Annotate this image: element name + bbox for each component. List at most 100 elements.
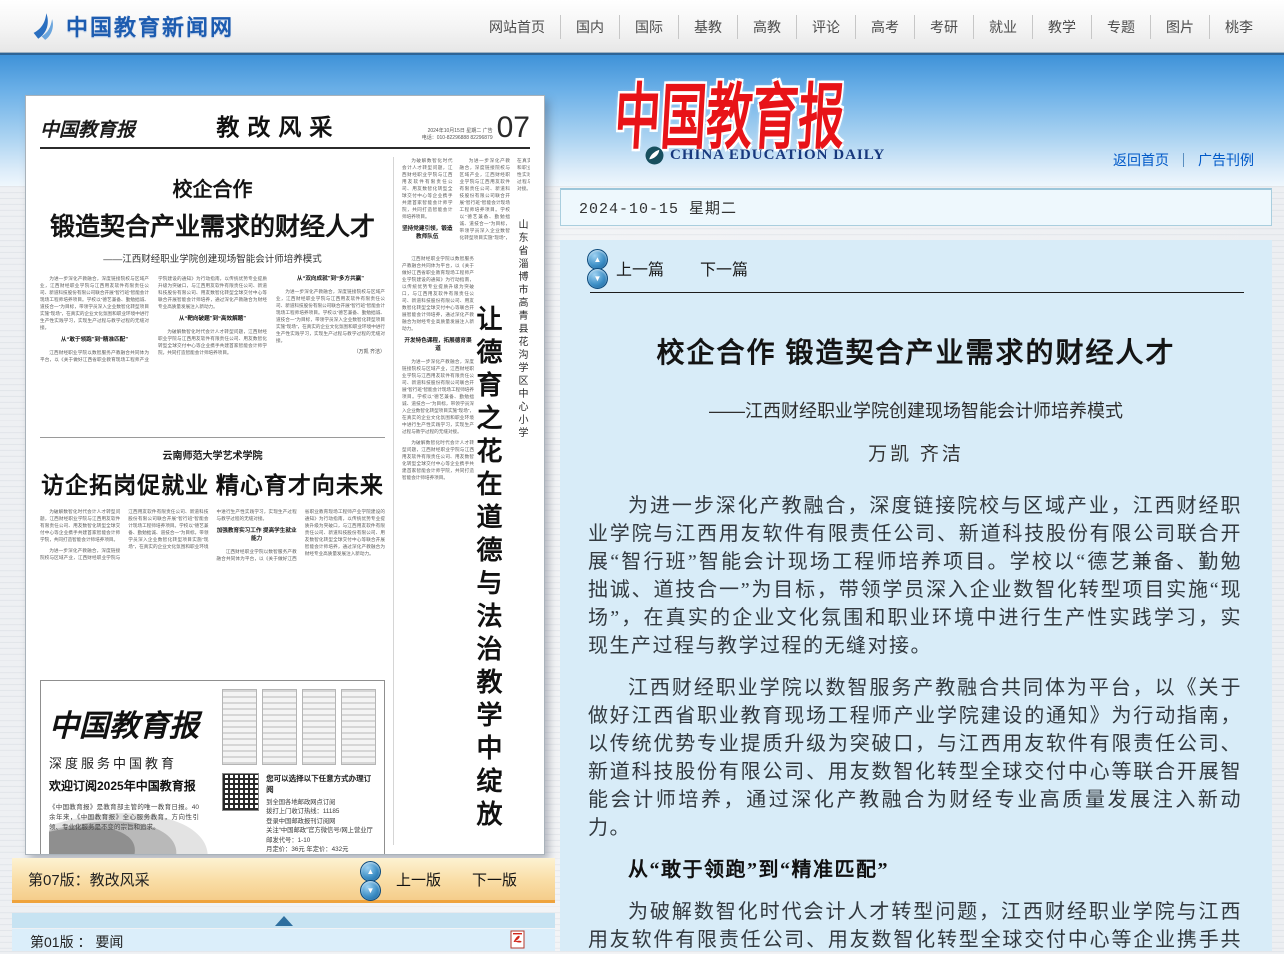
np-article1-subtitle: ——江西财经职业学院创建现场智能会计师培养模式 (40, 251, 385, 265)
np-article1-subhead2: 从“靶向破题”到“高效解题” (158, 315, 267, 323)
nav-item[interactable]: 高教 (737, 15, 796, 39)
np-article1-headline-line2: 锻造契合产业需求的财经人才 (40, 207, 385, 243)
article-authors: 万凯 齐洁 (560, 439, 1272, 466)
ad-right: 您可以选择以下任意方式办理订阅 到全国各地邮政网点订阅拨打上门收订热线：1118… (214, 689, 376, 855)
ad-subscribe-line: 发行热线：010-82296420 (266, 855, 376, 856)
ad-subscribe-line: 拨打上门收订热线：11185 (266, 807, 376, 817)
prev-page-link[interactable]: 上一版 (396, 869, 441, 890)
np-vertical-subhead1: 坚持党建引领，锻造教师队伍 (402, 225, 453, 241)
ad-subscribe-line: 到全国各地邮政网点订阅 (266, 798, 376, 808)
nav-item[interactable]: 网站首页 (474, 15, 560, 39)
bottom-page-bar: 第07版：教改风采 ▲ ▼ 上一版 下一版 (12, 858, 555, 903)
ad-subscribe-title: 您可以选择以下任意方式办理订阅 (266, 773, 376, 795)
newspaper-brand-english: CHINA EDUCATION DAILY (645, 146, 885, 165)
ad-body-text: 《中国教育报》是教育部主管的唯一教育日报。40余年来，《中国教育报》全心服务教育… (49, 803, 199, 833)
np-section-title: 教改风采 (135, 108, 422, 142)
ad-subscribe-lines: 到全国各地邮政网点订阅拨打上门收订热线：11185登录中国邮政报刊订阅网关注“中… (266, 798, 376, 856)
np-vertical-subhead2: 开发特色课程，拓展德育渠道 (402, 337, 474, 353)
nav-item[interactable]: 基教 (678, 15, 737, 39)
prev-page-icon[interactable]: ▲ (360, 861, 381, 882)
brand-english-text: CHINA EDUCATION DAILY (670, 147, 885, 164)
pager-divider (590, 292, 1244, 293)
collapse-page-list-button[interactable] (12, 913, 555, 928)
pdf-icon[interactable] (510, 930, 526, 954)
back-home-link[interactable]: 返回首页 (1113, 150, 1169, 170)
nav-item[interactable]: 专题 (1091, 15, 1150, 39)
np-body-text: 江西财经职业学院以数智服务产教融合共同体为平台，以《关于做好江西省职业教育现场工… (402, 255, 474, 332)
next-article-icon[interactable]: ▼ (587, 268, 608, 289)
np-main: 校企合作 锻造契合产业需求的财经人才 ——江西财经职业学院创建现场智能会计师培养… (40, 157, 530, 845)
next-page-link[interactable]: 下一版 (472, 869, 517, 890)
np-body-text: 为破解数智化时代会计人才转型问题，江西财经职业学院与江西用友软件有限责任公司、用… (402, 157, 453, 220)
down-arrow-icon: ▼ (594, 275, 602, 283)
np-article2: 云南师范大学艺术学院 访企拓岗促就业 精心育才向未来 为破解数智化时代会计人才转… (40, 437, 385, 668)
preview-page (341, 689, 376, 765)
ad-left: 中国教育报 深度服务中国教育 欢迎订阅2025年中国教育报 《中国教育报》是教育… (49, 689, 214, 855)
nav-item[interactable]: 评论 (796, 15, 855, 39)
collapse-up-triangle-icon (275, 916, 293, 926)
site-logo[interactable]: 中国教育新闻网 (30, 10, 234, 42)
next-page-icon[interactable]: ▼ (360, 880, 381, 901)
np-left-section: 校企合作 锻造契合产业需求的财经人才 ——江西财经职业学院创建现场智能会计师培养… (40, 157, 385, 845)
newspaper-page-header: 中国教育报 教改风采 2024年10月15日 星期二 广告 电话：010-822… (40, 108, 530, 149)
article-pager: ▲ ▼ 上一篇 下一篇 (560, 240, 1272, 292)
nav-item[interactable]: 桃李 (1209, 15, 1268, 39)
article-body: 为进一步深化产教融合，深度链接院校与区域产业，江西财经职业学院与江西用友软件有限… (588, 492, 1242, 951)
np-date-line2: 电话：010-82296888 82296879 (422, 135, 493, 141)
preview-page (262, 689, 297, 765)
np-vertical-article-column: 江西财经职业学院以数智服务产教融合共同体为平台，以《关于做好江西省职业教育现场工… (402, 255, 474, 845)
ad-brand: 中国教育报 (49, 701, 214, 745)
newspaper-preview-thumbnails (222, 689, 376, 765)
nav-item[interactable]: 图片 (1150, 15, 1209, 39)
article-paragraph: 为破解数智化时代会计人才转型问题，江西财经职业学院与江西用友软件有限责任公司、用… (588, 898, 1242, 951)
date-bar: 2024-10-15 星期二 (560, 188, 1272, 226)
ad-subscribe-info: 您可以选择以下任意方式办理订阅 到全国各地邮政网点订阅拨打上门收订热线：1118… (266, 773, 376, 856)
prev-article-icon[interactable]: ▲ (587, 249, 608, 270)
ad-subscribe-line: 月定价：36元 年定价：432元 (266, 845, 376, 855)
page-list-item-01[interactable]: 第01版 ： 要闻 (12, 929, 555, 951)
current-date: 2024-10-15 星期二 (579, 197, 737, 218)
np-vertical-headline: 让德育之花在道德与法治教学中绽放 (469, 305, 506, 840)
np-article2-headline: 访企拓岗促就业 精心育才向未来 (40, 466, 385, 500)
prev-article-link[interactable]: 上一篇 (616, 256, 664, 280)
nav-item[interactable]: 国内 (560, 15, 619, 39)
link-divider (1183, 153, 1184, 167)
site-logo-swoosh-icon (30, 11, 58, 41)
np-body-text: 为进一步深化产教融合，深度链接院校与区域产业，江西财经职业学院与江西用友软件有限… (40, 275, 149, 331)
np-date-lines: 2024年10月15日 星期二 广告 电话：010-82296888 82296… (422, 128, 493, 142)
ad-subscribe-line: 登录中国邮政报刊订阅网 (266, 817, 376, 827)
np-body-text: 为破解数智化时代会计人才转型问题，江西财经职业学院与江西用友软件有限责任公司、用… (40, 508, 120, 543)
ad-rates-link[interactable]: 广告刊例 (1198, 150, 1254, 170)
nav-item[interactable]: 教学 (1032, 15, 1091, 39)
np-article2-body: 为破解数智化时代会计人才转型问题，江西财经职业学院与江西用友软件有限责任公司、用… (40, 508, 385, 668)
article-subtitle: ——江西财经职业学院创建现场智能会计师培养模式 (560, 397, 1272, 423)
nav-item[interactable]: 考研 (914, 15, 973, 39)
np-vertical-article-top: 为破解数智化时代会计人才转型问题，江西财经职业学院与江西用友软件有限责任公司、用… (402, 157, 530, 245)
qr-code (222, 773, 259, 811)
next-article-link[interactable]: 下一篇 (700, 256, 748, 280)
down-arrow-icon: ▼ (367, 887, 375, 895)
up-arrow-icon: ▲ (594, 256, 602, 264)
np-article2-kicker: 云南师范大学艺术学院 (40, 447, 385, 462)
article-paragraph: 为进一步深化产教融合，深度链接院校与区域产业，江西财经职业学院与江西用友软件有限… (588, 492, 1242, 660)
nav-item[interactable]: 就业 (973, 15, 1032, 39)
current-page-label: 第07版：教改风采 (28, 869, 150, 890)
nav-item[interactable]: 高考 (855, 15, 914, 39)
article-title: 校企合作 锻造契合产业需求的财经人才 (560, 331, 1272, 371)
np-article1-byline: （万凯 齐洁） (276, 348, 385, 355)
np-body-text: 为破解数智化时代会计人才转型问题，江西财经职业学院与江西用友软件有限责任公司、用… (402, 439, 474, 481)
np-article1-body: 为进一步深化产教融合，深度链接院校与区域产业，江西财经职业学院与江西用友软件有限… (40, 275, 385, 425)
up-arrow-icon: ▲ (367, 868, 375, 876)
np-body-text: 为破解数智化时代会计人才转型问题，江西财经职业学院与江西用友软件有限责任公司、用… (158, 328, 267, 356)
ced-leaf-icon (645, 146, 664, 165)
ad-subscribe-row: 您可以选择以下任意方式办理订阅 到全国各地邮政网点订阅拨打上门收订热线：1118… (222, 773, 376, 856)
np-article2-subhead: 加强教育实习工作 提高学生就业能力 (217, 527, 297, 543)
top-navbar: 中国教育新闻网 网站首页国内国际基教高教评论高考考研就业教学专题图片桃李 (0, 0, 1284, 53)
masthead-links: 返回首页 广告刊例 (1113, 150, 1254, 170)
np-article1-subhead3: 从“双向成就”到“多方共赢” (276, 275, 385, 283)
nav-item[interactable]: 国际 (619, 15, 678, 39)
preview-page (302, 689, 337, 765)
page-nav-icons: ▲ ▼ (360, 861, 382, 901)
newspaper-page-thumbnail[interactable]: 中国教育报 教改风采 2024年10月15日 星期二 广告 电话：010-822… (25, 95, 545, 855)
np-article1-subhead1: 从“敢于领跑”到“精准匹配” (40, 336, 149, 344)
